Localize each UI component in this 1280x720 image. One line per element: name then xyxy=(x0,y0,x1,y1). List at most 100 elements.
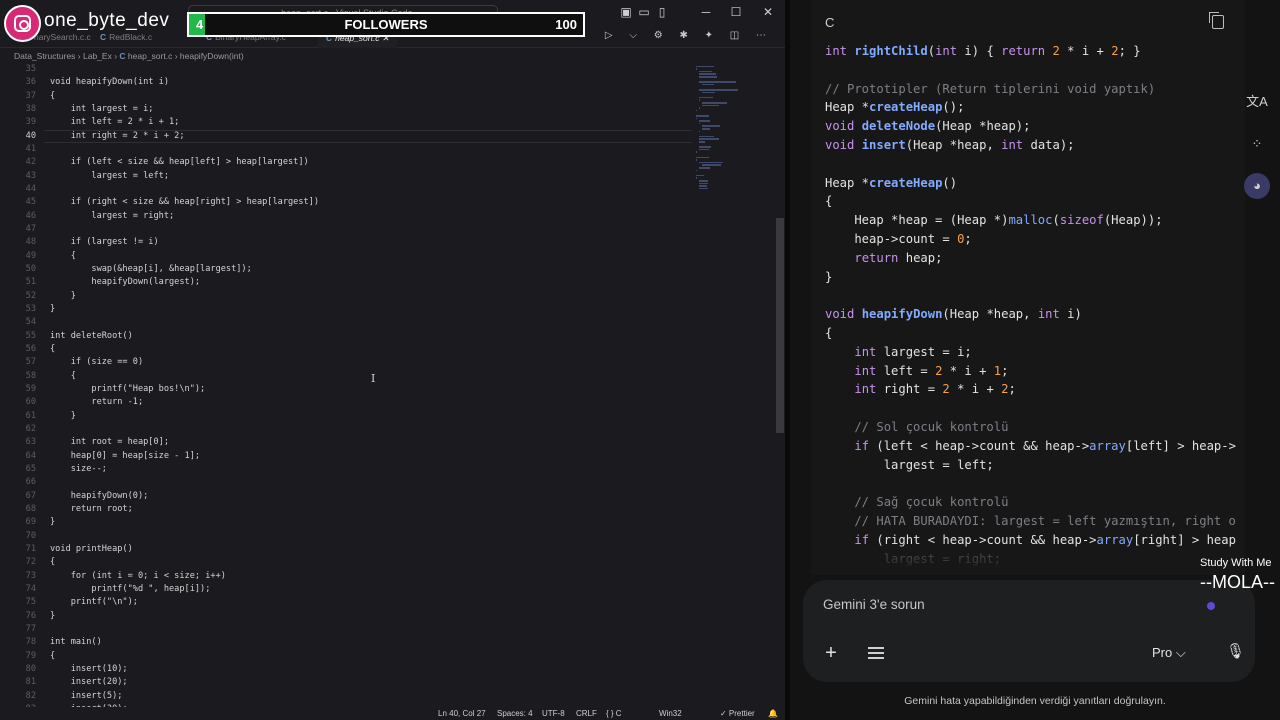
code-line[interactable]: { xyxy=(50,250,76,263)
code-line[interactable]: swap(&heap[i], &heap[largest]); xyxy=(50,263,251,276)
microphone-icon[interactable]: 🎙 xyxy=(1226,643,1245,661)
assistant-icon[interactable]: ◕ xyxy=(1244,173,1270,199)
code-line[interactable]: { xyxy=(50,343,55,356)
followers-goal: 100 xyxy=(555,17,577,32)
code-line[interactable]: { xyxy=(50,90,55,103)
code-line[interactable]: } xyxy=(50,610,55,623)
code-line[interactable]: void heapifyDown(int i) xyxy=(50,76,169,89)
platform[interactable]: Win32 xyxy=(659,707,682,720)
prettier-status[interactable]: ✓ Prettier xyxy=(720,707,755,720)
code-line[interactable]: largest = left; xyxy=(50,170,169,183)
c-file-icon: C xyxy=(100,32,107,42)
code-line[interactable]: for (int i = 0; i < size; i++) xyxy=(50,570,226,583)
line-number: 50 xyxy=(25,263,36,274)
tools-icon[interactable] xyxy=(868,645,886,661)
code-line[interactable]: int deleteRoot() xyxy=(50,330,133,343)
sidebar-toggle-icon[interactable]: ▯ xyxy=(652,4,672,20)
line-number: 69 xyxy=(25,517,36,528)
gemini-code-line: largest = left; xyxy=(825,457,994,472)
break-label: --MOLA-- xyxy=(1200,572,1275,592)
notification-bell-icon[interactable]: 🔔 xyxy=(768,707,778,720)
code-line[interactable]: int root = heap[0]; xyxy=(50,436,169,449)
code-line[interactable]: if (size == 0) xyxy=(50,356,143,369)
line-number: 61 xyxy=(25,410,36,421)
encoding[interactable]: UTF-8 xyxy=(542,707,565,720)
line-ending[interactable]: CRLF xyxy=(576,707,597,720)
breadcrumb-symbol[interactable]: heapifyDown(int) xyxy=(180,51,244,61)
minimap-line xyxy=(699,107,700,109)
line-number: 66 xyxy=(25,477,36,488)
minimap-line xyxy=(699,99,700,101)
line-number: 64 xyxy=(25,450,36,461)
code-line[interactable]: heapifyDown(largest); xyxy=(50,276,200,289)
study-with-me-label: Study With Me xyxy=(1200,557,1272,569)
add-icon[interactable]: + xyxy=(821,643,841,663)
code-editor[interactable]: 35 36 void heapifyDown(int i) 37 {38 int lar… xyxy=(0,63,770,707)
code-line[interactable]: return root; xyxy=(50,503,133,516)
close-button[interactable]: ✕ xyxy=(758,4,778,20)
code-line[interactable]: void printHeap() xyxy=(50,543,133,556)
line-number: 71 xyxy=(25,543,36,554)
code-line[interactable]: printf("%d ", heap[i]); xyxy=(50,583,210,596)
code-line[interactable]: insert(5); xyxy=(50,690,123,703)
model-selector[interactable]: Pro ⌵ xyxy=(1152,644,1186,662)
editor-scrollbar[interactable] xyxy=(776,218,784,433)
cursor-position[interactable]: Ln 40, Col 27 xyxy=(438,707,486,720)
code-line[interactable]: return -1; xyxy=(50,396,143,409)
breadcrumb-subfolder[interactable]: Lab_Ex xyxy=(83,51,112,61)
code-line[interactable]: printf("\n"); xyxy=(50,596,138,609)
code-line[interactable]: printf("Heap bos!\n"); xyxy=(50,383,205,396)
instagram-icon xyxy=(4,5,41,42)
minimap-line xyxy=(699,146,712,148)
code-line[interactable]: { xyxy=(50,556,55,569)
code-line[interactable]: int largest = i; xyxy=(50,103,154,116)
code-line[interactable]: { xyxy=(50,370,76,383)
code-line[interactable]: if (left < size && heap[left] > heap[lar… xyxy=(50,156,309,169)
gemini-code-line: if (left < heap->count && heap->array[le… xyxy=(854,438,1236,453)
minimap-line xyxy=(699,148,709,151)
code-line[interactable]: int right = 2 * i + 2; xyxy=(50,130,185,143)
code-line[interactable]: } xyxy=(50,303,55,316)
code-line[interactable]: } xyxy=(50,290,76,303)
breadcrumb-file[interactable]: heap_sort.c xyxy=(128,51,172,61)
gemini-code-line: void deleteNode(Heap *heap); xyxy=(825,119,1031,134)
code-line[interactable]: largest = right; xyxy=(50,210,174,223)
code-line[interactable]: insert(10); xyxy=(50,663,128,676)
code-line[interactable]: int left = 2 * i + 1; xyxy=(50,116,180,129)
minimap-line xyxy=(699,130,700,133)
code-line[interactable]: } xyxy=(50,410,76,423)
minimap[interactable] xyxy=(696,63,766,203)
line-number: 57 xyxy=(25,357,36,368)
indentation[interactable]: Spaces: 4 xyxy=(497,707,533,720)
minimap-line xyxy=(696,65,715,68)
maximize-button[interactable]: ☐ xyxy=(726,4,746,20)
copy-code-icon[interactable] xyxy=(1209,12,1224,29)
code-line[interactable]: heap[0] = heap[size - 1]; xyxy=(50,450,200,463)
editor-actions[interactable]: ▷ ⌵ ⚙ ✱ ✦ ◫ ⋯ xyxy=(605,30,773,41)
gemini-code-line: int right = 2 * i + 2; xyxy=(854,382,1016,397)
gemini-code-line: } xyxy=(825,269,833,284)
panel-toggle-icon[interactable]: ▭ xyxy=(634,4,654,20)
code-line[interactable]: { xyxy=(50,650,55,663)
code-line[interactable]: heapifyDown(0); xyxy=(50,490,149,503)
code-line[interactable]: int main() xyxy=(50,636,102,649)
code-line[interactable]: if (right < size && heap[right] > heap[l… xyxy=(50,196,319,209)
code-line[interactable]: } xyxy=(50,516,55,529)
prompt-input[interactable]: Gemini 3'e sorun xyxy=(823,596,925,614)
layout-toggle-icon[interactable]: ▣ xyxy=(616,4,636,20)
apps-icon[interactable]: ⁘ xyxy=(1244,131,1270,157)
breadcrumb-folder[interactable]: Data_Structures xyxy=(14,51,75,61)
translate-icon[interactable]: 文A xyxy=(1244,89,1270,115)
language-mode[interactable]: { } C xyxy=(606,707,622,720)
code-line[interactable]: if (largest != i) xyxy=(50,236,159,249)
line-number: 79 xyxy=(25,650,36,661)
line-number: 76 xyxy=(25,610,36,621)
line-number: 59 xyxy=(25,383,36,394)
code-fade xyxy=(811,545,1245,575)
gemini-code-line: void heapifyDown(Heap *heap, int i) xyxy=(825,307,1082,322)
gemini-code-line: // Sağ çocuk kontrolü xyxy=(825,495,1009,510)
code-line[interactable]: size--; xyxy=(50,463,107,476)
code-line[interactable]: insert(20); xyxy=(50,676,128,689)
minimize-button[interactable]: ─ xyxy=(696,4,716,20)
minimap-line xyxy=(699,135,715,138)
